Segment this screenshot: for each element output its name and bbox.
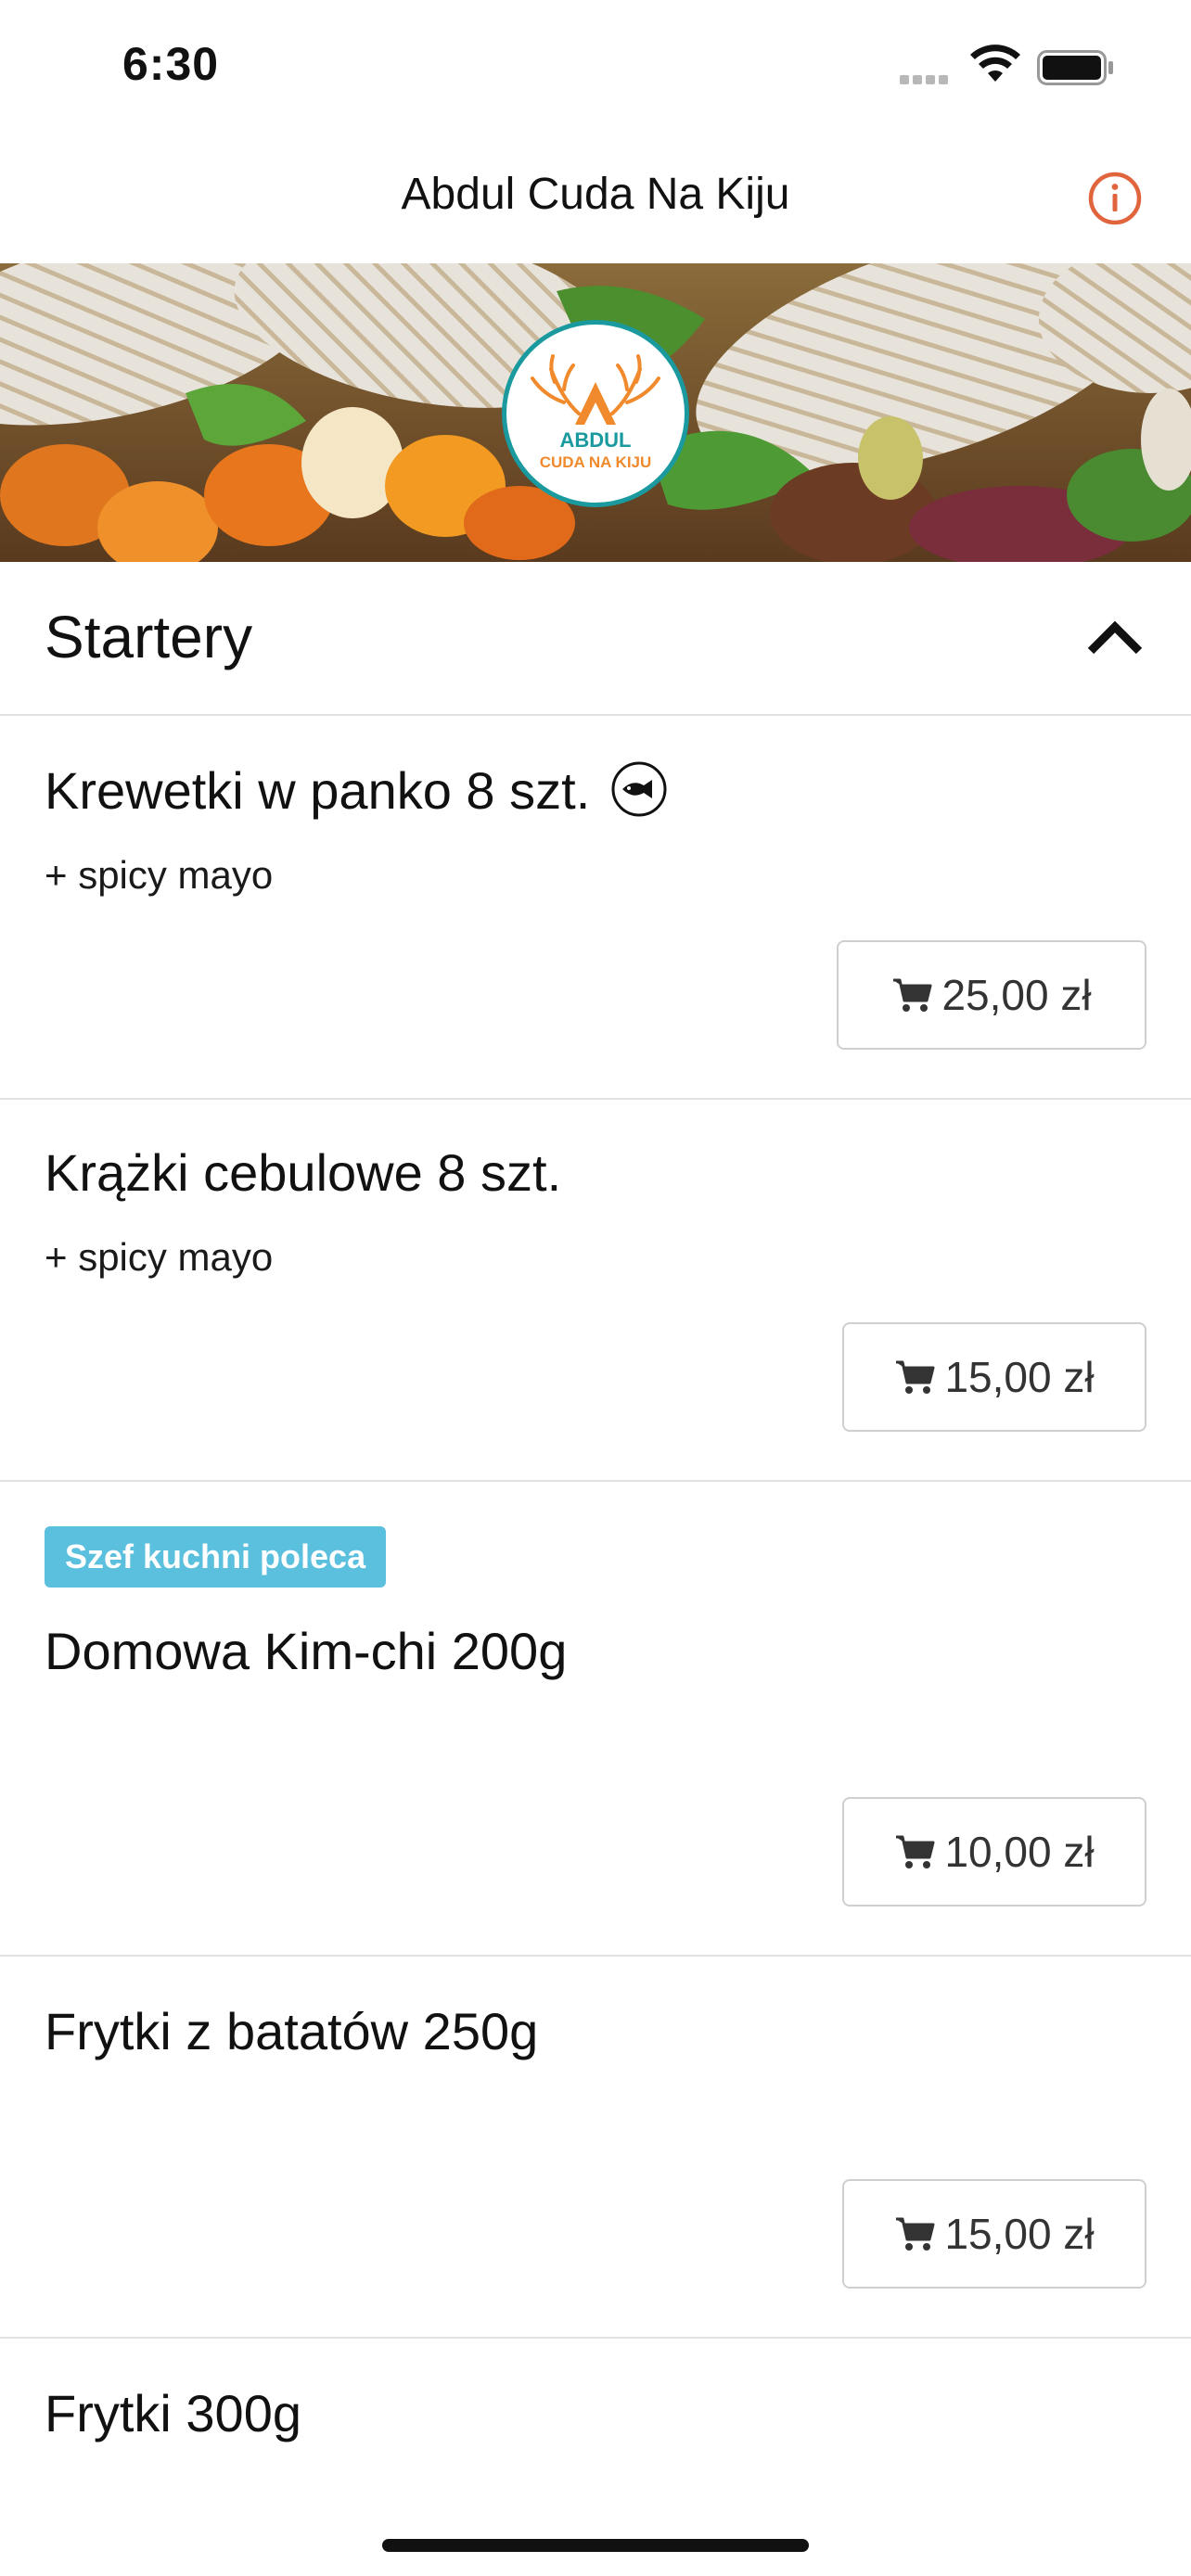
- cart-icon: [893, 978, 932, 1012]
- fish-icon: [611, 761, 667, 817]
- add-to-cart-button[interactable]: 25,00 zł: [837, 940, 1146, 1050]
- logo-text-line1: ABDUL: [560, 428, 632, 452]
- chef-recommends-badge: Szef kuchni poleca: [45, 1526, 387, 1588]
- item-description: + spicy mayo: [45, 1235, 274, 1279]
- section-title: Startery: [45, 604, 253, 670]
- signal-icon: [900, 72, 952, 89]
- price-label: 15,00 zł: [944, 1353, 1095, 1401]
- cart-icon: [896, 1835, 935, 1868]
- item-name: Frytki z batatów 250g: [45, 2002, 539, 2060]
- nav-bar: Abdul Cuda Na Kiju: [0, 132, 1191, 263]
- item-description: + spicy mayo: [45, 853, 274, 897]
- status-bar: 6:30: [0, 0, 1191, 132]
- battery-icon: [1037, 50, 1113, 85]
- chevron-up-icon[interactable]: [1085, 616, 1145, 657]
- item-name-text: Krewetki w panko 8 szt.: [45, 761, 591, 820]
- add-to-cart-button[interactable]: 15,00 zł: [842, 2179, 1146, 2289]
- price-label: 25,00 zł: [941, 971, 1092, 1019]
- cart-icon: [896, 2217, 935, 2251]
- page-title: Abdul Cuda Na Kiju: [401, 170, 790, 219]
- item-name: Krewetki w panko 8 szt.: [45, 760, 668, 821]
- add-to-cart-button[interactable]: 15,00 zł: [842, 1322, 1146, 1432]
- cart-icon: [896, 1360, 935, 1394]
- item-name: Domowa Kim-chi 200g: [45, 1622, 568, 1680]
- menu-item[interactable]: Krewetki w panko 8 szt. + spicy mayo 25,…: [0, 716, 1191, 1100]
- home-indicator: [382, 2539, 809, 2552]
- price-label: 15,00 zł: [944, 2210, 1095, 2258]
- logo-text-line2: CUDA NA KIJU: [540, 453, 652, 471]
- add-to-cart-button[interactable]: 10,00 zł: [842, 1797, 1146, 1906]
- info-icon[interactable]: [1087, 171, 1143, 226]
- item-name: Krążki cebulowe 8 szt.: [45, 1143, 562, 1202]
- restaurant-logo: ABDUL CUDA NA KIJU: [502, 320, 689, 507]
- status-time: 6:30: [122, 38, 220, 90]
- menu-item[interactable]: Frytki z batatów 250g 15,00 zł: [0, 1957, 1191, 2339]
- menu-item[interactable]: Szef kuchni poleca Domowa Kim-chi 200g 1…: [0, 1482, 1191, 1957]
- price-label: 10,00 zł: [944, 1828, 1095, 1876]
- menu-item[interactable]: Krążki cebulowe 8 szt. + spicy mayo 15,0…: [0, 1100, 1191, 1482]
- item-name: Frytki 300g: [45, 2384, 301, 2442]
- section-header-startery[interactable]: Startery: [0, 562, 1191, 716]
- wifi-icon: [970, 45, 1020, 82]
